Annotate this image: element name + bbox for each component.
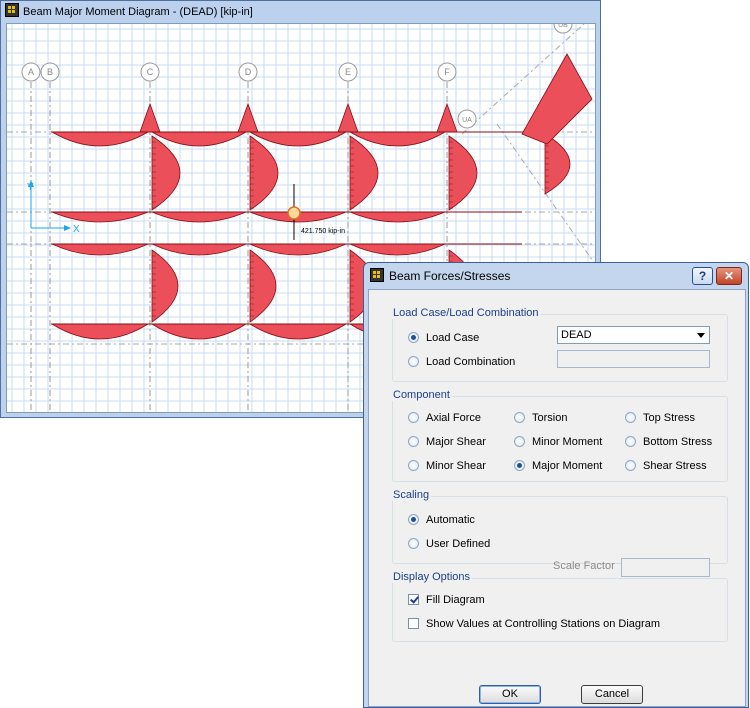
show-values-label: Show Values at Controlling Stations on D… [426, 618, 660, 630]
axial-force-label: Axial Force [426, 412, 482, 424]
minor-moment-radio[interactable]: Minor Moment [514, 435, 602, 449]
major-shear-label: Major Shear [426, 436, 486, 448]
automatic-label: Automatic [426, 514, 475, 526]
bottom-stress-radio[interactable]: Bottom Stress [625, 435, 712, 449]
major-shear-radio[interactable]: Major Shear [408, 435, 486, 449]
grid-bubble-label: A [28, 67, 34, 77]
load-case-dropdown-value: DEAD [561, 329, 592, 341]
display-options-group-label: Display Options [391, 571, 473, 583]
dialog-title-text: Beam Forces/Stresses [389, 269, 511, 283]
help-button[interactable]: ? [692, 267, 713, 285]
minor-moment-label: Minor Moment [532, 436, 603, 448]
top-stress-radio[interactable]: Top Stress [625, 411, 695, 425]
major-moment-radio[interactable]: Major Moment [514, 459, 602, 473]
load-combination-radio[interactable]: Load Combination [408, 355, 515, 369]
moment-peak [237, 102, 259, 133]
app-icon [5, 3, 19, 17]
moment-span [50, 131, 150, 147]
diagram-title-text: Beam Major Moment Diagram - (DEAD) [kip-… [23, 6, 253, 18]
user-defined-label: User Defined [426, 538, 491, 550]
moment-peak [337, 102, 359, 133]
radio-empty-icon [625, 460, 636, 471]
grid-bubble-label: C [147, 67, 154, 77]
moment-span [51, 243, 149, 256]
dialog-body: Load Case/Load Combination Load Case Loa… [368, 289, 746, 707]
grid-bubble-label: UB [558, 24, 568, 29]
torsion-radio[interactable]: Torsion [514, 411, 567, 425]
moment-span-vertical [151, 135, 181, 211]
x-axis-label: X [73, 224, 80, 235]
radio-empty-icon [408, 460, 419, 471]
close-button[interactable]: ✕ [716, 267, 742, 285]
torsion-label: Torsion [532, 412, 568, 424]
user-defined-radio[interactable]: User Defined [408, 537, 490, 551]
chevron-down-icon [697, 333, 705, 338]
axial-force-radio[interactable]: Axial Force [408, 411, 481, 425]
major-moment-label: Major Moment [532, 460, 603, 472]
moment-peak [139, 102, 161, 133]
radio-selected-icon [514, 460, 525, 471]
grid-bubble-label: D [245, 67, 252, 77]
load-combination-field [557, 350, 710, 368]
moment-peak [436, 102, 458, 133]
shear-stress-radio[interactable]: Shear Stress [625, 459, 707, 473]
moment-span [50, 323, 150, 340]
load-case-dropdown[interactable]: DEAD [557, 326, 710, 344]
top-stress-label: Top Stress [643, 412, 695, 424]
radio-empty-icon [625, 436, 636, 447]
moment-span [150, 131, 248, 147]
load-case-radio[interactable]: Load Case [408, 331, 479, 345]
beam-forces-dialog: Beam Forces/Stresses ? ✕ Load Case/Load … [363, 262, 749, 708]
minor-shear-label: Minor Shear [426, 460, 486, 472]
scale-factor-label: Scale Factor [553, 560, 615, 572]
ok-button[interactable]: OK [479, 685, 541, 704]
diagram-window-title: Beam Major Moment Diagram - (DEAD) [kip-… [5, 3, 253, 21]
checkbox-empty-icon [408, 618, 419, 629]
load-case-radio-label: Load Case [426, 332, 480, 344]
moment-span [151, 243, 247, 256]
radio-empty-icon [514, 436, 525, 447]
checkbox-checked-icon [408, 594, 419, 605]
radio-empty-icon [514, 412, 525, 423]
moment-span-vertical [249, 135, 279, 211]
grid-bubble-label: B [47, 67, 53, 77]
radio-empty-icon [625, 412, 636, 423]
moment-span [348, 131, 447, 147]
radio-selected-icon [408, 514, 419, 525]
fill-diagram-label: Fill Diagram [426, 594, 485, 606]
radio-selected-icon [408, 332, 419, 343]
moment-span-diagonal [521, 53, 593, 145]
component-group: Component Axial Force Torsion Top Stress… [391, 389, 728, 482]
moment-span-vertical [349, 135, 379, 211]
y-axis-label: Y [27, 182, 34, 193]
component-group-label: Component [391, 389, 452, 401]
radio-empty-icon [408, 538, 419, 549]
moment-span [150, 323, 248, 340]
fill-diagram-checkbox[interactable]: Fill Diagram [408, 593, 485, 607]
value-readout: 421.750 kip-in [301, 228, 345, 235]
load-combination-radio-label: Load Combination [426, 356, 516, 368]
dialog-title: Beam Forces/Stresses [370, 267, 510, 285]
scale-factor-input [621, 558, 710, 577]
radio-empty-icon [408, 412, 419, 423]
moment-span-vertical [448, 135, 478, 211]
scaling-group-label: Scaling [391, 489, 432, 501]
load-case-group-label: Load Case/Load Combination [391, 307, 541, 319]
grid-bubble-label: F [444, 67, 450, 77]
display-options-group: Display Options Fill Diagram Show Values… [391, 571, 728, 642]
dialog-app-icon [370, 268, 384, 282]
grid-bubble-label: UA [462, 117, 472, 124]
scaling-group: Scaling Automatic User Defined [391, 489, 728, 564]
bottom-stress-label: Bottom Stress [643, 436, 713, 448]
show-values-checkbox[interactable]: Show Values at Controlling Stations on D… [408, 617, 660, 631]
automatic-radio[interactable]: Automatic [408, 513, 475, 527]
radio-empty-icon [408, 356, 419, 367]
minor-shear-radio[interactable]: Minor Shear [408, 459, 486, 473]
cancel-button[interactable]: Cancel [581, 685, 643, 704]
radio-empty-icon [408, 436, 419, 447]
shear-stress-label: Shear Stress [643, 460, 707, 472]
load-case-group: Load Case/Load Combination Load Case Loa… [391, 307, 728, 382]
moment-span [349, 243, 446, 256]
grid-bubble-label: E [345, 67, 351, 77]
